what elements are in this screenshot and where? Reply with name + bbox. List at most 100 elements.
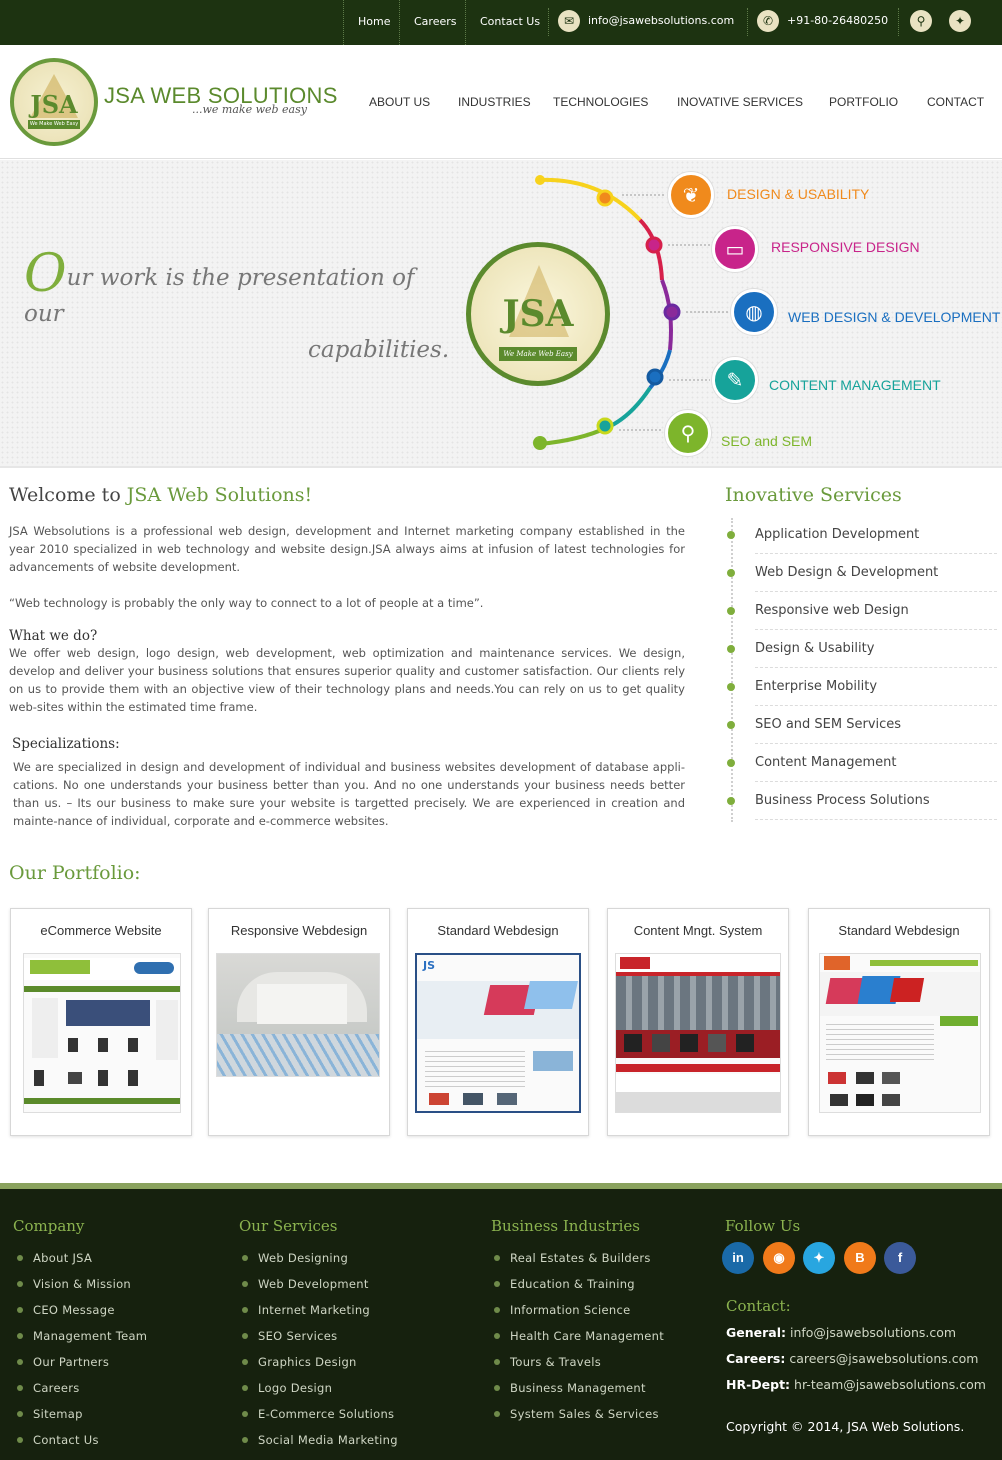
- sidebar-item[interactable]: Application Development: [727, 518, 997, 556]
- welcome-section: Welcome to JSA Web Solutions! JSA Websol…: [9, 484, 685, 830]
- nav-portfolio[interactable]: PORTFOLIO: [829, 95, 898, 109]
- footer-industries-list: Real Estates & Builders Education & Trai…: [491, 1245, 664, 1427]
- welcome-title-brand: JSA Web Solutions!: [126, 484, 313, 506]
- portfolio-caption: eCommerce Website: [40, 923, 162, 938]
- footer-link[interactable]: Information Science: [491, 1297, 664, 1323]
- hero-service-content-management[interactable]: CONTENT MANAGEMENT: [769, 377, 941, 393]
- portfolio-card[interactable]: eCommerce Website: [10, 908, 192, 1136]
- sidebar-title: Inovative Services: [725, 484, 902, 506]
- portfolio-thumbnail[interactable]: [615, 953, 781, 1113]
- footer-follow-title: Follow Us: [725, 1217, 801, 1235]
- bullet-icon: [727, 569, 735, 577]
- divider: [898, 8, 899, 36]
- contact-careers-email[interactable]: careers@jsawebsolutions.com: [789, 1351, 978, 1366]
- top-email-link[interactable]: info@jsawebsolutions.com: [588, 0, 734, 45]
- portfolio-card[interactable]: Standard Webdesign JS: [407, 908, 589, 1136]
- footer-link[interactable]: CEO Message: [14, 1297, 147, 1323]
- hero-seal-logo: JSA We Make Web Easy: [466, 242, 610, 386]
- contact-careers-label: Careers:: [726, 1351, 786, 1366]
- logo-tagline: We Make Web Easy: [28, 120, 80, 129]
- site-logo[interactable]: JSA We Make Web Easy: [10, 58, 98, 146]
- footer-company-title: Company: [13, 1217, 85, 1235]
- welcome-quote: “Web technology is probably the only way…: [9, 596, 484, 610]
- footer-industries-title: Business Industries: [491, 1217, 640, 1235]
- facebook-icon[interactable]: f: [884, 1242, 916, 1274]
- bullet-icon: [727, 721, 735, 729]
- sidebar-item[interactable]: Design & Usability: [727, 632, 997, 670]
- sidebar-item[interactable]: Web Design & Development: [727, 556, 997, 594]
- footer-link[interactable]: Logo Design: [239, 1375, 398, 1401]
- sidebar-item-label: SEO and SEM Services: [755, 717, 902, 732]
- hero-service-web-design[interactable]: WEB DESIGN & DEVELOPMENT: [788, 309, 1000, 325]
- portfolio-thumbnail[interactable]: JS: [415, 953, 581, 1113]
- footer-link[interactable]: Internet Marketing: [239, 1297, 398, 1323]
- specializations-text: We are specialized in design and develop…: [13, 760, 685, 828]
- nav-contact[interactable]: CONTACT: [927, 95, 984, 109]
- welcome-title-prefix: Welcome to: [9, 484, 127, 506]
- document-icon[interactable]: ✎: [712, 357, 758, 403]
- top-link-home[interactable]: Home: [343, 0, 404, 45]
- contact-general: General: info@jsawebsolutions.com: [726, 1325, 956, 1340]
- footer-link[interactable]: System Sales & Services: [491, 1401, 664, 1427]
- portfolio-thumbnail[interactable]: [819, 953, 981, 1113]
- hero-service-seo-sem[interactable]: SEO and SEM: [721, 433, 812, 449]
- hero-banner: Our work is the presentation of our capa…: [0, 160, 1002, 468]
- contact-general-email[interactable]: info@jsawebsolutions.com: [790, 1325, 956, 1340]
- magnifier-icon[interactable]: ⚲: [665, 410, 711, 456]
- nav-inovative-services[interactable]: INOVATIVE SERVICES: [677, 95, 803, 109]
- footer-link[interactable]: Business Management: [491, 1375, 664, 1401]
- hero-service-responsive-design[interactable]: RESPONSIVE DESIGN: [771, 239, 920, 255]
- hero-service-design-usability[interactable]: DESIGN & USABILITY: [727, 186, 869, 202]
- footer-link[interactable]: Social Media Marketing: [239, 1427, 398, 1453]
- sidebar-item[interactable]: Enterprise Mobility: [727, 670, 997, 708]
- nav-industries[interactable]: INDUSTRIES: [458, 95, 531, 109]
- top-link-careers[interactable]: Careers: [399, 0, 471, 45]
- footer-link[interactable]: Careers: [14, 1375, 147, 1401]
- bullet-icon: [727, 759, 735, 767]
- footer-link[interactable]: E-Commerce Solutions: [239, 1401, 398, 1427]
- footer-link[interactable]: Management Team: [14, 1323, 147, 1349]
- contact-hr-email[interactable]: hr-team@jsawebsolutions.com: [794, 1377, 986, 1392]
- seal-monogram: JSA: [502, 293, 574, 335]
- footer-link[interactable]: Web Development: [239, 1271, 398, 1297]
- sidebar-item-label: Content Management: [755, 755, 897, 770]
- footer-link[interactable]: Our Partners: [14, 1349, 147, 1375]
- footer-link[interactable]: Education & Training: [491, 1271, 664, 1297]
- blogger-icon[interactable]: B: [844, 1242, 876, 1274]
- sidebar-item[interactable]: SEO and SEM Services: [727, 708, 997, 746]
- linkedin-icon[interactable]: in: [722, 1242, 754, 1274]
- portfolio-card[interactable]: Content Mngt. System: [607, 908, 789, 1136]
- portfolio-thumbnail[interactable]: [216, 953, 380, 1077]
- sidebar-item[interactable]: Responsive web Design: [727, 594, 997, 632]
- footer-link[interactable]: Real Estates & Builders: [491, 1245, 664, 1271]
- mail-icon: ✉: [558, 10, 580, 32]
- top-link-contact[interactable]: Contact Us: [465, 0, 554, 45]
- twitter-icon[interactable]: ✦: [949, 10, 971, 32]
- footer-company-list: About JSA Vision & Mission CEO Message M…: [14, 1245, 147, 1453]
- portfolio-card[interactable]: Standard Webdesign: [808, 908, 990, 1136]
- footer-link[interactable]: Graphics Design: [239, 1349, 398, 1375]
- footer-link[interactable]: Tours & Travels: [491, 1349, 664, 1375]
- footer-link[interactable]: Contact Us: [14, 1427, 147, 1453]
- portfolio-thumbnail[interactable]: [23, 953, 181, 1113]
- search-icon[interactable]: ⚲: [910, 10, 932, 32]
- nav-technologies[interactable]: TECHNOLOGIES: [553, 95, 648, 109]
- footer-link[interactable]: SEO Services: [239, 1323, 398, 1349]
- balloon-icon[interactable]: ❦: [668, 172, 714, 218]
- footer-link[interactable]: Health Care Management: [491, 1323, 664, 1349]
- sidebar-item[interactable]: Business Process Solutions: [727, 784, 997, 822]
- sidebar-item[interactable]: Content Management: [727, 746, 997, 784]
- footer-link[interactable]: Sitemap: [14, 1401, 147, 1427]
- twitter-icon[interactable]: ✦: [803, 1242, 835, 1274]
- devices-icon[interactable]: ▭: [712, 226, 758, 272]
- footer-link[interactable]: Web Designing: [239, 1245, 398, 1271]
- brand-slogan: ...we make web easy: [192, 103, 307, 116]
- divider: [548, 8, 549, 36]
- sidebar-item-label: Design & Usability: [755, 641, 875, 656]
- rss-icon[interactable]: ◉: [763, 1242, 795, 1274]
- nav-about-us[interactable]: ABOUT US: [369, 95, 430, 109]
- globe-icon[interactable]: ◍: [731, 289, 777, 335]
- footer-link[interactable]: Vision & Mission: [14, 1271, 147, 1297]
- footer-link[interactable]: About JSA: [14, 1245, 147, 1271]
- portfolio-card[interactable]: Responsive Webdesign: [208, 908, 390, 1136]
